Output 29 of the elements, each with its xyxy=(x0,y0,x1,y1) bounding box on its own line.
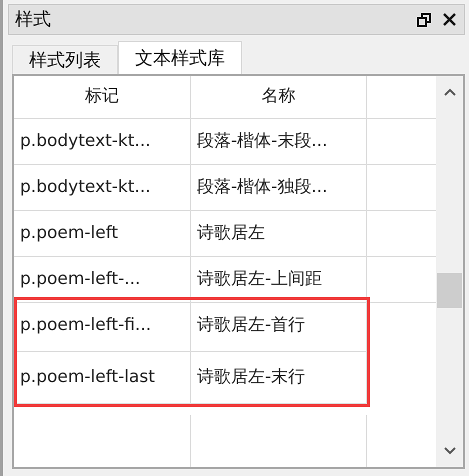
table-cell: p.poem-left xyxy=(14,211,191,256)
table-row[interactable]: p.poem-left 诗歌居左 xyxy=(14,211,436,258)
tab[interactable]: 样式列表 xyxy=(12,45,118,74)
scroll-up-icon[interactable] xyxy=(444,88,456,96)
scrollbar-thumb[interactable] xyxy=(437,273,462,308)
table-cell: 段落-楷体-末段... xyxy=(191,119,367,164)
table-row[interactable]: p.bodytext-kt... 段落-楷体-独段... xyxy=(14,165,436,212)
table-cell: p.bodytext-kt... xyxy=(14,119,191,164)
table-cell: 诗歌居左-首行 xyxy=(191,300,367,352)
table-row[interactable]: p.poem-left-last 诗歌居左-末行 xyxy=(17,352,367,404)
table-row[interactable]: p.bodytext-kt... 段落-楷体-末段... xyxy=(14,119,436,166)
table-row[interactable]: p.poem-left-... 诗歌居左-上间距 xyxy=(14,257,436,304)
table-cell: p.poem-left-last xyxy=(17,352,191,404)
column-header[interactable]: 名称 xyxy=(191,76,367,118)
table-cell: 诗歌居左-上间距 xyxy=(191,257,367,302)
table-cell: 段落-楷体-独段... xyxy=(191,165,367,210)
scrollbar[interactable] xyxy=(436,76,463,467)
column-header[interactable]: 标记 xyxy=(14,76,191,118)
table-cell: p.poem-left-fi... xyxy=(17,300,191,352)
table-cell: p.poem-left-... xyxy=(14,257,191,302)
restore-icon[interactable] xyxy=(417,12,431,26)
scroll-down-icon[interactable] xyxy=(444,447,456,455)
table-cell: 诗歌居左 xyxy=(191,211,367,256)
table-cell: 诗歌居左-末行 xyxy=(191,352,367,404)
panel-title: 样式 xyxy=(15,8,51,32)
table-row[interactable]: p.poem-left-fi... 诗歌居左-首行 xyxy=(17,300,367,352)
close-icon[interactable] xyxy=(443,13,456,26)
tab[interactable]: 文本样式库 xyxy=(118,41,242,74)
table-cell: p.bodytext-kt... xyxy=(14,165,191,210)
